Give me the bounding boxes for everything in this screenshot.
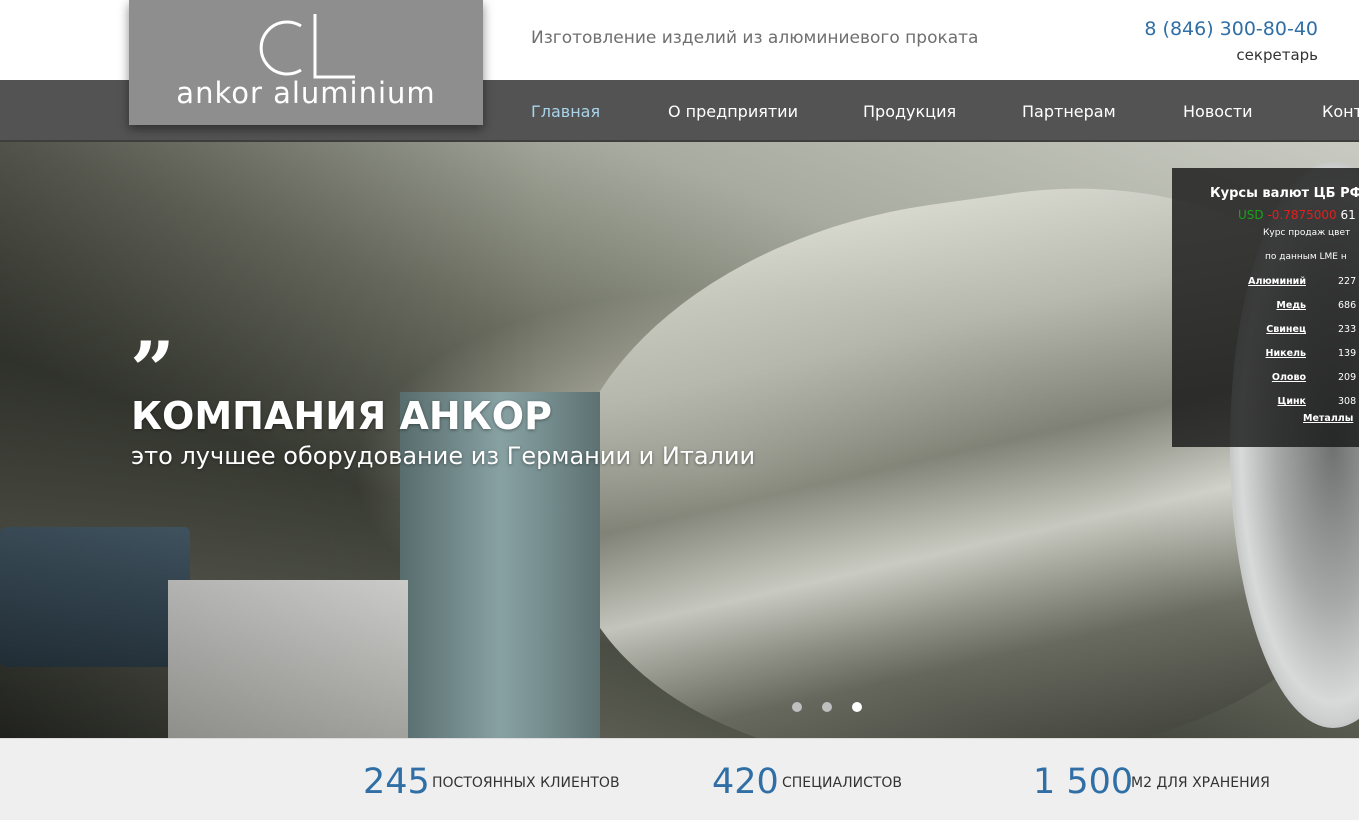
currency-change: -0.7875000 xyxy=(1267,208,1337,222)
metal-value-zinc: 308 xyxy=(1338,396,1357,407)
logo-text: ankor aluminium xyxy=(176,76,436,110)
metal-value-nickel: 139 xyxy=(1338,348,1357,359)
slider-dot-1[interactable] xyxy=(792,702,802,712)
stat-clients-number: 245 xyxy=(363,762,430,802)
nav-item-home[interactable]: Главная xyxy=(531,102,600,121)
slider-dot-3[interactable] xyxy=(852,702,862,712)
rates-widget-title: Курсы валют ЦБ РФ I xyxy=(1210,186,1359,201)
nav-item-about[interactable]: О предприятии xyxy=(668,102,798,121)
stat-specialists-label: СПЕЦИАЛИСТОВ xyxy=(782,775,903,791)
nav-item-products[interactable]: Продукция xyxy=(863,102,956,121)
slider-dot-2[interactable] xyxy=(822,702,832,712)
metal-link-copper[interactable]: Медь xyxy=(1172,300,1306,311)
metal-value-lead: 233 xyxy=(1338,324,1357,335)
rates-note-1: Курс продаж цвет xyxy=(1263,228,1351,238)
rates-widget: Курсы валют ЦБ РФ I USD -0.7875000 61 Ку… xyxy=(1172,168,1359,447)
stat-storage-number: 1 500 xyxy=(1033,762,1134,802)
hero-subtitle: это лучшее оборудование из Германии и Ит… xyxy=(131,442,756,470)
currency-rate-line: USD -0.7875000 61 xyxy=(1238,208,1356,222)
currency-rate: 61 xyxy=(1340,208,1356,222)
phone-note: секретарь xyxy=(1236,46,1318,64)
currency-code: USD xyxy=(1238,208,1264,222)
hero-slider: ” КОМПАНИЯ АНКОР это лучшее оборудование… xyxy=(0,142,1359,738)
metal-link-lead[interactable]: Свинец xyxy=(1172,324,1306,335)
metal-value-tin: 209 xyxy=(1338,372,1357,383)
site-logo[interactable]: ankor aluminium xyxy=(129,0,483,125)
nav-item-contacts[interactable]: Конт xyxy=(1322,102,1359,121)
phone-number[interactable]: 8 (846) 300-80-40 xyxy=(1144,18,1318,40)
rates-note-2: по данным LME н xyxy=(1265,252,1347,262)
metal-value-aluminium: 227 xyxy=(1338,276,1357,287)
metal-link-aluminium[interactable]: Алюминий xyxy=(1172,276,1306,287)
stat-storage-label: М2 ДЛЯ ХРАНЕНИЯ xyxy=(1131,775,1270,791)
metal-link-zinc[interactable]: Цинк xyxy=(1172,396,1306,407)
site-tagline: Изготовление изделий из алюминиевого про… xyxy=(531,28,979,48)
metal-link-tin[interactable]: Олово xyxy=(1172,372,1306,383)
stat-clients-label: ПОСТОЯННЫХ КЛИЕНТОВ xyxy=(432,775,620,791)
stat-specialists-number: 420 xyxy=(712,762,779,802)
metal-value-copper: 686 xyxy=(1338,300,1357,311)
hero-title: КОМПАНИЯ АНКОР xyxy=(131,394,552,438)
metal-link-nickel[interactable]: Никель xyxy=(1172,348,1306,359)
nav-item-partners[interactable]: Партнерам xyxy=(1022,102,1116,121)
stats-bar: 245 ПОСТОЯННЫХ КЛИЕНТОВ 420 СПЕЦИАЛИСТОВ… xyxy=(0,738,1359,820)
nav-item-news[interactable]: Новости xyxy=(1183,102,1253,121)
metals-link[interactable]: Металлы xyxy=(1303,413,1353,424)
